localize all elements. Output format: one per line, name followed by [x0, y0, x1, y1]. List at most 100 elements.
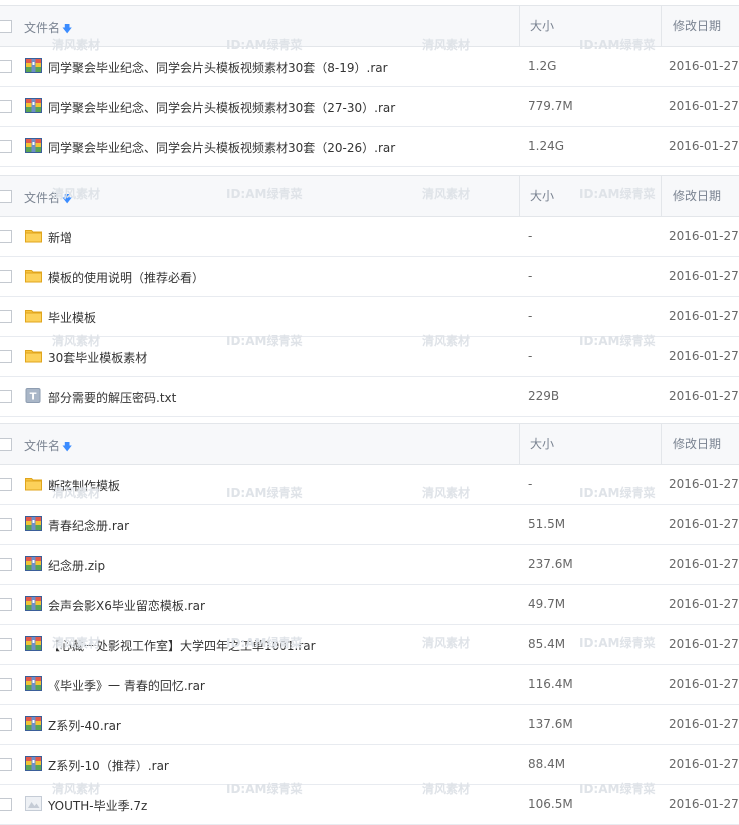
- row-checkbox[interactable]: [0, 518, 12, 531]
- row-checkbox[interactable]: [0, 390, 12, 403]
- file-size: 237.6M: [528, 557, 573, 571]
- file-row[interactable]: 模板的使用说明（推荐必看） - 2016-01-27 1: [0, 257, 739, 297]
- file-date: 2016-01-27 1: [669, 757, 739, 771]
- select-all-checkbox[interactable]: [0, 190, 12, 203]
- folder-icon: [25, 476, 42, 491]
- file-row[interactable]: 同学聚会毕业纪念、同学会片头模板视频素材30套（20-26）.rar 1.24G 2…: [0, 127, 739, 167]
- row-checkbox[interactable]: [0, 310, 12, 323]
- file-date: 2016-01-27 1: [669, 477, 739, 491]
- file-row[interactable]: 【心藏一处影视工作室】大学四年之工单1001.rar 85.4M 2016-01-2…: [0, 625, 739, 665]
- file-date: 2016-01-27 1: [669, 99, 739, 113]
- file-row[interactable]: 青春纪念册.rar 51.5M 2016-01-27 1: [0, 505, 739, 545]
- file-size: 51.5M: [528, 517, 566, 531]
- column-header-name[interactable]: 文件名 🡇: [24, 19, 72, 39]
- file-name[interactable]: 会声会影X6毕业留恋模板.rar: [48, 597, 205, 614]
- file-name[interactable]: 模板的使用说明（推荐必看）: [48, 269, 204, 286]
- column-header-size[interactable]: 大小: [519, 176, 554, 216]
- row-checkbox[interactable]: [0, 140, 12, 153]
- rar-archive-icon: [25, 756, 42, 771]
- row-checkbox[interactable]: [0, 230, 12, 243]
- file-row[interactable]: 纪念册.zip 237.6M 2016-01-27 1: [0, 545, 739, 585]
- file-name[interactable]: 《毕业季》一 青春的回忆.rar: [48, 677, 205, 694]
- file-row[interactable]: 同学聚会毕业纪念、同学会片头模板视频素材30套（27-30）.rar 779.7M…: [0, 87, 739, 127]
- file-name[interactable]: Z系列-10（推荐）.rar: [48, 757, 169, 774]
- row-checkbox[interactable]: [0, 638, 12, 651]
- row-checkbox[interactable]: [0, 678, 12, 691]
- column-header-size[interactable]: 大小: [519, 6, 554, 46]
- select-all-checkbox[interactable]: [0, 438, 12, 451]
- row-checkbox[interactable]: [0, 60, 12, 73]
- row-checkbox[interactable]: [0, 718, 12, 731]
- row-checkbox[interactable]: [0, 798, 12, 811]
- file-size: 1.24G: [528, 139, 565, 153]
- file-name[interactable]: 青春纪念册.rar: [48, 517, 129, 534]
- file-size: 49.7M: [528, 597, 566, 611]
- column-header-date[interactable]: 修改日期: [661, 6, 721, 46]
- row-checkbox[interactable]: [0, 100, 12, 113]
- folder-icon: [25, 228, 42, 243]
- select-all-checkbox[interactable]: [0, 20, 12, 33]
- file-row[interactable]: Z系列-10（推荐）.rar 88.4M 2016-01-27 1: [0, 745, 739, 785]
- file-row[interactable]: 《毕业季》一 青春的回忆.rar 116.4M 2016-01-27 1: [0, 665, 739, 705]
- file-name[interactable]: 毕业模板: [48, 309, 96, 326]
- file-name[interactable]: 30套毕业模板素材: [48, 349, 147, 366]
- file-date: 2016-01-27 1: [669, 557, 739, 571]
- file-date: 2016-01-27 1: [669, 517, 739, 531]
- row-checkbox[interactable]: [0, 270, 12, 283]
- file-name[interactable]: 纪念册.zip: [48, 557, 105, 574]
- column-header-date[interactable]: 修改日期: [661, 176, 721, 216]
- file-row[interactable]: YOUTH-毕业季.7z 106.5M 2016-01-27 1: [0, 785, 739, 825]
- column-header-name[interactable]: 文件名 🡇: [24, 189, 72, 209]
- file-name[interactable]: 新增: [48, 229, 72, 246]
- file-size: -: [528, 477, 533, 491]
- rar-archive-icon: [25, 516, 42, 531]
- file-size: -: [528, 269, 533, 283]
- rar-archive-icon: [25, 716, 42, 731]
- file-row[interactable]: T 部分需要的解压密码.txt 229B 2016-01-27 1: [0, 377, 739, 417]
- file-name[interactable]: YOUTH-毕业季.7z: [48, 797, 147, 814]
- row-checkbox[interactable]: [0, 350, 12, 363]
- row-checkbox[interactable]: [0, 478, 12, 491]
- file-row[interactable]: 断弦制作模板 - 2016-01-27 1: [0, 465, 739, 505]
- folder-icon: [25, 348, 42, 363]
- file-name[interactable]: 部分需要的解压密码.txt: [48, 389, 176, 406]
- text-file-icon: T: [25, 388, 42, 403]
- file-date: 2016-01-27 1: [669, 229, 739, 243]
- svg-text:T: T: [30, 392, 37, 403]
- list-header: 文件名 🡇 大小 修改日期: [0, 5, 739, 47]
- file-date: 2016-01-27 1: [669, 597, 739, 611]
- file-row[interactable]: Z系列-40.rar 137.6M 2016-01-27 1: [0, 705, 739, 745]
- file-date: 2016-01-27 1: [669, 637, 739, 651]
- list-header: 文件名 🡇 大小 修改日期: [0, 175, 739, 217]
- file-date: 2016-01-27 1: [669, 309, 739, 323]
- row-checkbox[interactable]: [0, 598, 12, 611]
- file-row[interactable]: 会声会影X6毕业留恋模板.rar 49.7M 2016-01-27 1: [0, 585, 739, 625]
- row-checkbox[interactable]: [0, 558, 12, 571]
- file-size: 116.4M: [528, 677, 573, 691]
- column-header-name[interactable]: 文件名 🡇: [24, 437, 72, 457]
- rar-archive-icon: [25, 596, 42, 611]
- rar-archive-icon: [25, 676, 42, 691]
- 7z-archive-icon: [25, 796, 42, 811]
- file-name[interactable]: 同学聚会毕业纪念、同学会片头模板视频素材30套（8-19）.rar: [48, 59, 388, 76]
- file-name[interactable]: 同学聚会毕业纪念、同学会片头模板视频素材30套（27-30）.rar: [48, 99, 395, 116]
- file-list-section-1: 文件名 🡇 大小 修改日期 同学聚会毕业纪念、同学会片头模板视频素材30套（8-1…: [0, 5, 739, 167]
- sort-down-icon: 🡇: [62, 194, 73, 205]
- file-row[interactable]: 同学聚会毕业纪念、同学会片头模板视频素材30套（8-19）.rar 1.2G 201…: [0, 47, 739, 87]
- file-name[interactable]: Z系列-40.rar: [48, 717, 121, 734]
- folder-icon: [25, 308, 42, 323]
- file-date: 2016-01-27 1: [669, 677, 739, 691]
- folder-icon: [25, 268, 42, 283]
- column-header-size[interactable]: 大小: [519, 424, 554, 464]
- rar-archive-icon: [25, 58, 42, 73]
- file-name[interactable]: 断弦制作模板: [48, 477, 120, 494]
- file-name[interactable]: 同学聚会毕业纪念、同学会片头模板视频素材30套（20-26）.rar: [48, 139, 395, 156]
- file-row[interactable]: 30套毕业模板素材 - 2016-01-27 1: [0, 337, 739, 377]
- row-checkbox[interactable]: [0, 758, 12, 771]
- file-date: 2016-01-27 1: [669, 797, 739, 811]
- file-name[interactable]: 【心藏一处影视工作室】大学四年之工单1001.rar: [48, 637, 316, 654]
- file-row[interactable]: 新增 - 2016-01-27 1: [0, 217, 739, 257]
- column-header-date[interactable]: 修改日期: [661, 424, 721, 464]
- file-size: 779.7M: [528, 99, 573, 113]
- file-row[interactable]: 毕业模板 - 2016-01-27 1: [0, 297, 739, 337]
